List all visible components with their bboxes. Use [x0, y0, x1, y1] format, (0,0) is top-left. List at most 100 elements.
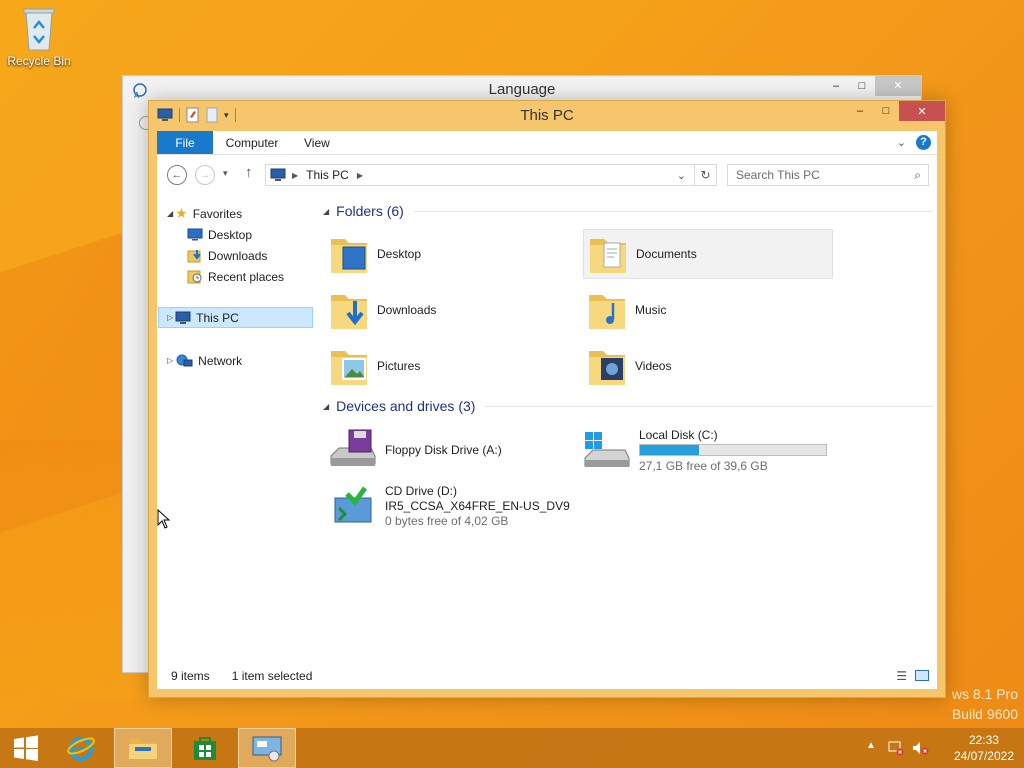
address-bar[interactable]: ▶ This PC ▶ ⌄ ↻: [265, 164, 717, 186]
folder-tile-music[interactable]: Music: [583, 285, 823, 335]
navigation-bar: ← → ▾ ↑ ▶ This PC ▶ ⌄ ↻ Search This PC ⌕: [157, 155, 937, 193]
drive-label: Local Disk (C:): [639, 427, 718, 442]
expand-ribbon-icon[interactable]: ⌄: [897, 136, 906, 149]
content-pane: ◢ Folders (6) Desktop Documents Download…: [317, 193, 937, 663]
tab-view[interactable]: View: [291, 131, 343, 154]
close-button[interactable]: ✕: [899, 101, 945, 121]
tree-item-downloads[interactable]: Downloads: [187, 245, 267, 266]
breadcrumb-chevron-icon[interactable]: ▶: [292, 171, 298, 180]
tree-item-favorites[interactable]: ◢ ★ Favorites: [167, 203, 242, 224]
taskbar-file-explorer[interactable]: [114, 728, 172, 768]
folder-label: Desktop: [377, 247, 422, 261]
taskbar: ▲ 22:33 24/07/2022: [0, 728, 1024, 768]
help-icon[interactable]: ?: [916, 135, 931, 150]
close-button[interactable]: ✕: [875, 76, 921, 96]
drive-tile-floppy[interactable]: Floppy Disk Drive (A:): [329, 425, 569, 475]
minimize-button[interactable]: –: [823, 76, 849, 96]
folder-label: Downloads: [377, 303, 437, 317]
collapse-group-icon[interactable]: ◢: [323, 207, 329, 216]
address-dropdown-icon[interactable]: ⌄: [677, 169, 686, 182]
explorer-titlebar[interactable]: ▾ This PC – □ ✕: [149, 101, 945, 131]
maximize-button[interactable]: □: [873, 101, 899, 121]
internet-explorer-icon: [67, 737, 95, 761]
taskbar-language[interactable]: [238, 728, 296, 768]
floppy-drive-icon: [330, 429, 376, 466]
windows-logo-icon: [14, 735, 38, 761]
navigation-pane: ◢ ★ Favorites Desktop Downloads Recent p…: [157, 193, 317, 663]
minimize-button[interactable]: –: [847, 101, 873, 121]
folder-label: Documents: [636, 247, 697, 261]
expanded-chevron-icon[interactable]: ◢: [167, 209, 173, 218]
watermark-edition: ws 8.1 Pro: [951, 686, 1018, 702]
group-divider: [413, 210, 933, 212]
collapsed-chevron-icon[interactable]: ▷: [167, 313, 173, 322]
tree-item-label: This PC: [196, 310, 239, 325]
language-titlebar[interactable]: A Language – □ ✕: [123, 76, 921, 103]
arrow-left-icon: ←: [171, 169, 183, 181]
downloads-icon: [187, 250, 201, 263]
maximize-icon: □: [882, 105, 890, 117]
start-button[interactable]: [4, 728, 48, 768]
computer-icon: [175, 311, 191, 324]
show-hidden-icons-button[interactable]: ▲: [866, 740, 876, 751]
recycle-bin-icon: [23, 8, 55, 51]
system-clock[interactable]: 22:33 24/07/2022: [954, 732, 1014, 764]
language-window-title: Language: [488, 81, 556, 98]
folders-group-header[interactable]: ◢ Folders (6): [323, 203, 933, 219]
tree-item-network[interactable]: ▷ Network: [167, 350, 242, 371]
desktop-icon-recycle-bin[interactable]: Recycle Bin: [6, 6, 72, 68]
tab-computer[interactable]: Computer: [213, 131, 291, 154]
explorer-window[interactable]: ▾ This PC – □ ✕ File Computer View ⌄ ? ←…: [148, 100, 946, 698]
close-icon: ✕: [893, 79, 903, 92]
breadcrumb-this-pc[interactable]: This PC: [306, 168, 349, 182]
large-icons-view-icon[interactable]: [915, 670, 929, 681]
folder-label: Pictures: [377, 359, 421, 373]
control-panel-icon: [252, 736, 282, 762]
tree-item-recent-places[interactable]: Recent places: [187, 266, 284, 287]
volume-muted-icon[interactable]: [912, 740, 930, 756]
search-box[interactable]: Search This PC ⌕: [727, 164, 929, 186]
tree-item-desktop[interactable]: Desktop: [187, 224, 252, 245]
drive-free-space: 0 bytes free of 4,02 GB: [385, 513, 509, 528]
tree-item-this-pc[interactable]: ▷ This PC: [158, 307, 313, 328]
collapsed-chevron-icon[interactable]: ▷: [167, 356, 173, 365]
drive-tile-local-disk[interactable]: Local Disk (C:) 27,1 GB free of 39,6 GB: [583, 425, 843, 475]
file-explorer-icon: [129, 739, 157, 759]
drive-volume-label: IR5_CCSA_X64FRE_EN-US_DV9: [385, 498, 570, 513]
disk-usage-bar: [639, 443, 827, 456]
folder-tile-documents[interactable]: Documents: [583, 229, 833, 279]
taskbar-store[interactable]: [182, 728, 228, 768]
group-header-label: Devices and drives (3): [336, 398, 476, 414]
devices-group-header[interactable]: ◢ Devices and drives (3): [323, 398, 933, 414]
collapse-group-icon[interactable]: ◢: [323, 402, 329, 411]
folder-tile-pictures[interactable]: Pictures: [329, 341, 569, 391]
back-button[interactable]: ←: [167, 165, 187, 185]
folder-tile-downloads[interactable]: Downloads: [329, 285, 569, 335]
refresh-icon[interactable]: ↻: [694, 165, 716, 185]
folder-tile-videos[interactable]: Videos: [583, 341, 823, 391]
maximize-button[interactable]: □: [849, 76, 875, 96]
drive-tile-cd[interactable]: CD Drive (D:) IR5_CCSA_X64FRE_EN-US_DV9 …: [329, 477, 589, 535]
up-button[interactable]: ↑: [245, 164, 253, 181]
tab-file[interactable]: File: [157, 131, 213, 154]
explorer-window-title: This PC: [520, 107, 574, 124]
taskbar-internet-explorer[interactable]: [58, 728, 104, 768]
folder-tile-desktop[interactable]: Desktop: [329, 229, 569, 279]
clock-time: 22:33: [968, 733, 999, 747]
clock-date: 24/07/2022: [953, 749, 1014, 763]
status-item-count: 9 items: [171, 669, 210, 683]
watermark-build: Build 9600: [951, 706, 1018, 722]
recent-locations-dropdown[interactable]: ▾: [223, 168, 228, 179]
search-icon[interactable]: ⌕: [914, 165, 921, 185]
minimize-icon: –: [832, 79, 840, 92]
group-divider: [485, 405, 933, 407]
breadcrumb-chevron-icon[interactable]: ▶: [357, 171, 363, 180]
forward-button[interactable]: →: [195, 165, 215, 185]
details-view-icon[interactable]: ☰: [896, 669, 907, 683]
mouse-cursor-icon: [157, 509, 171, 529]
windows-watermark: ws 8.1 Pro Build 9600: [952, 684, 1018, 724]
explorer-body: File Computer View ⌄ ? ← → ▾ ↑ ▶ This PC…: [157, 131, 937, 689]
desktop-icon: [187, 228, 203, 241]
network-status-icon[interactable]: [888, 740, 904, 756]
group-header-label: Folders (6): [336, 203, 404, 219]
